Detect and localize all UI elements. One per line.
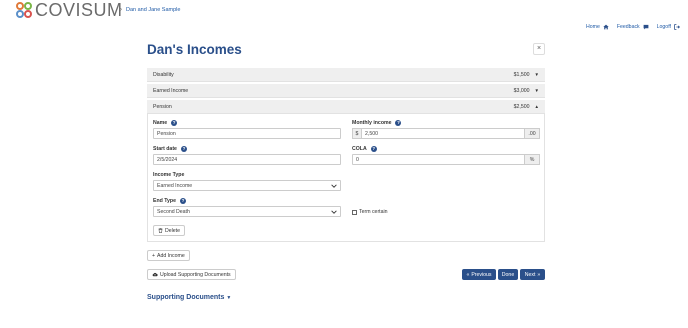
supporting-documents-label: Supporting Documents (147, 294, 225, 301)
supporting-documents-toggle[interactable]: Supporting Documents ▼ (147, 294, 231, 301)
upload-label: Upload Supporting Documents (160, 271, 231, 278)
end-type-label: End Type ? (153, 198, 186, 204)
help-icon[interactable]: ? (171, 120, 178, 126)
help-icon[interactable]: ? (179, 198, 186, 204)
next-button[interactable]: Next » (520, 269, 545, 280)
monthly-income-label-text: Monthly income (352, 120, 392, 126)
double-chevron-left-icon: « (466, 271, 470, 278)
close-button[interactable]: × (533, 43, 545, 55)
cents-suffix: .00 (524, 128, 540, 139)
delete-label: Delete (165, 227, 180, 234)
help-icon[interactable]: ? (395, 120, 402, 126)
caret-up-icon: ▲ (534, 104, 539, 109)
previous-label: Previous (471, 271, 492, 278)
nav-feedback[interactable]: Feedback (617, 24, 649, 30)
next-label: Next (524, 271, 536, 278)
nav-logoff[interactable]: Logoff (657, 24, 680, 30)
start-date-label-text: Start date (153, 146, 177, 152)
income-row-disability[interactable]: Disability $1,500 ▼ (147, 68, 545, 82)
help-icon[interactable]: ? (370, 146, 377, 152)
add-income-button[interactable]: + Add Income (147, 250, 190, 261)
logo-text: COVISUM (35, 0, 123, 20)
nav-feedback-label: Feedback (616, 24, 640, 30)
double-chevron-right-icon: » (537, 271, 541, 278)
page-title: Dan's Incomes (147, 42, 242, 57)
end-type-value: Second Death (157, 208, 190, 215)
income-row-earned-income[interactable]: Earned Income $3,000 ▼ (147, 84, 545, 98)
breadcrumb-client[interactable]: Dan and Jane Sample (126, 7, 180, 13)
help-icon[interactable]: ? (180, 146, 187, 152)
upload-documents-button[interactable]: Upload Supporting Documents (147, 269, 236, 280)
percent-suffix: % (524, 154, 540, 165)
chevron-down-icon (331, 210, 337, 214)
done-label: Done (501, 271, 515, 278)
monthly-income-input[interactable]: 2,500 (361, 128, 525, 139)
cloud-upload-icon (152, 272, 158, 277)
name-label: Name ? (153, 120, 178, 126)
covisum-logo[interactable]: COVISUM (16, 0, 123, 20)
name-label-text: Name (153, 120, 168, 126)
term-certain-label: Term certain (359, 209, 388, 215)
income-label: Pension (153, 103, 172, 110)
end-type-label-text: End Type (153, 198, 176, 204)
checkbox-box[interactable] (352, 209, 357, 215)
cola-label: COLA ? (352, 146, 377, 152)
income-row-pension[interactable]: Pension $2,500 ▲ (147, 100, 545, 114)
nav-logoff-label: Logoff (656, 24, 671, 30)
caret-down-icon: ▼ (534, 88, 539, 93)
trash-icon (158, 228, 163, 233)
income-type-value: Earned Income (157, 182, 193, 189)
income-list: Disability $1,500 ▼ Earned Income $3,000… (147, 68, 545, 114)
chat-icon (643, 24, 649, 30)
chevron-right-icon: › (120, 7, 122, 13)
logo-mark-icon (16, 2, 33, 19)
delete-button[interactable]: Delete (153, 225, 185, 236)
nav-home-label: Home (586, 24, 600, 30)
home-icon (603, 24, 609, 30)
income-label: Disability (153, 71, 174, 78)
done-button[interactable]: Done (498, 269, 518, 280)
income-amount: $1,500 (513, 71, 530, 78)
income-amount: $2,500 (513, 103, 530, 110)
income-type-select[interactable]: Earned Income (153, 180, 341, 191)
pension-panel: Name ? Pension Monthly income ? $ 2,500 … (147, 114, 545, 242)
cola-input[interactable]: 0 (352, 154, 525, 165)
income-label: Earned Income (153, 87, 189, 94)
start-date-input[interactable]: 2/5/2024 (153, 154, 341, 165)
term-certain-checkbox[interactable]: Term certain (352, 209, 388, 215)
income-amount: $3,000 (513, 87, 530, 94)
income-type-label: Income Type (153, 172, 184, 178)
top-nav: Home Feedback Logoff (586, 24, 680, 30)
income-type-label-text: Income Type (153, 172, 185, 178)
monthly-income-label: Monthly income ? (352, 120, 402, 126)
previous-button[interactable]: « Previous (462, 269, 496, 280)
nav-home[interactable]: Home (586, 24, 609, 30)
cola-label-text: COLA (352, 146, 367, 152)
chevron-down-icon (331, 184, 337, 188)
caret-down-icon: ▼ (534, 72, 539, 77)
name-input[interactable]: Pension (153, 128, 341, 139)
logout-icon (674, 24, 680, 30)
caret-down-icon: ▼ (226, 294, 232, 301)
start-date-label: Start date ? (153, 146, 187, 152)
breadcrumb: › Dan and Jane Sample (120, 7, 180, 13)
plus-icon: + (152, 252, 156, 259)
add-income-label: Add Income (157, 252, 185, 259)
end-type-select[interactable]: Second Death (153, 206, 341, 217)
